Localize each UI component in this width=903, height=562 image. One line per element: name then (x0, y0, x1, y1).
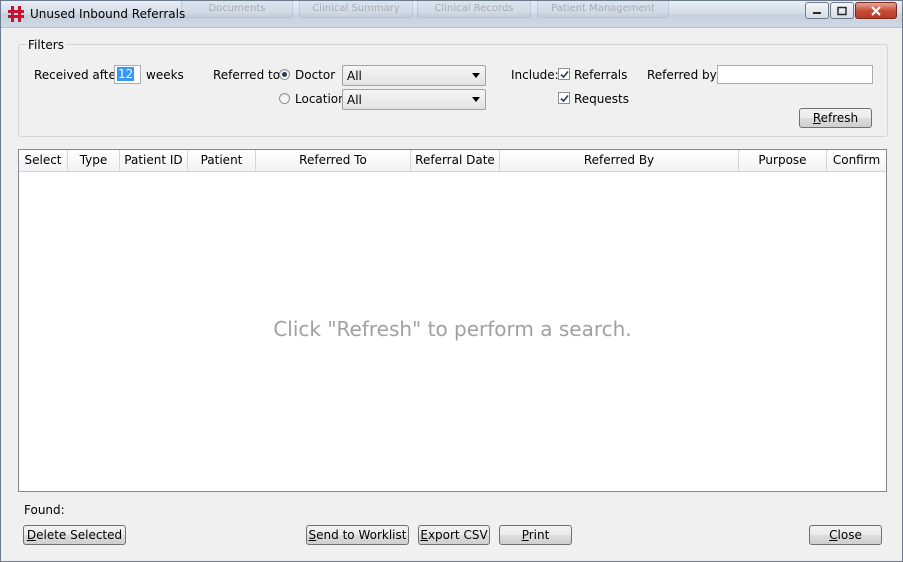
content-area: Filters Received after: 12 weeks Referre… (1, 28, 902, 561)
background-tab: Clinical Records (417, 1, 531, 18)
window-title: Unused Inbound Referrals (30, 7, 186, 21)
print-label: rint (528, 528, 550, 542)
chevron-down-icon (472, 73, 480, 78)
close-label: lose (837, 528, 862, 542)
column-header-referred-by[interactable]: Referred By (500, 150, 739, 171)
delete-selected-button[interactable]: Delete Selected (23, 525, 126, 545)
chevron-down-icon (472, 97, 480, 102)
requests-checkbox[interactable] (558, 92, 570, 104)
column-header-patient-id[interactable]: Patient ID (120, 150, 188, 171)
refresh-label: efresh (820, 111, 859, 125)
minimize-button[interactable] (805, 2, 829, 19)
export-label: xport CSV (427, 528, 488, 542)
filters-legend: Filters (26, 38, 66, 52)
send-mnemonic: S (308, 528, 317, 542)
print-button[interactable]: Print (499, 525, 572, 545)
send-label: end to Worklist (316, 528, 407, 542)
referrals-table[interactable]: Select Type Patient ID Patient Referred … (18, 149, 887, 492)
checkmark-icon (560, 94, 569, 103)
background-tab: Patient Management (537, 1, 669, 18)
delete-label: elete Selected (36, 528, 123, 542)
location-select[interactable]: All (342, 89, 486, 110)
print-mnemonic: P (521, 528, 529, 542)
export-mnemonic: E (420, 528, 428, 542)
column-header-patient[interactable]: Patient (188, 150, 256, 171)
column-header-type[interactable]: Type (68, 150, 120, 171)
referred-to-label: Referred to: (213, 68, 285, 82)
column-header-select[interactable]: Select (19, 150, 68, 171)
close-button[interactable]: Close (809, 525, 882, 545)
close-icon (871, 5, 881, 16)
referrals-window: Documents Clinical Summary Clinical Reco… (0, 0, 903, 562)
include-label: Include: (511, 68, 559, 82)
doctor-radio-label[interactable]: Doctor (295, 68, 335, 82)
column-header-purpose[interactable]: Purpose (739, 150, 827, 171)
weeks-label: weeks (146, 68, 184, 82)
delete-mnemonic: D (26, 528, 37, 542)
received-after-input[interactable]: 12 (114, 65, 141, 84)
referred-by-input[interactable] (717, 65, 873, 84)
requests-checkbox-label[interactable]: Requests (574, 92, 629, 106)
minimize-icon (813, 11, 821, 14)
close-mnemonic: C (829, 528, 838, 542)
found-label: Found: (24, 503, 65, 517)
checkmark-icon (560, 70, 569, 79)
export-csv-button[interactable]: Export CSV (418, 525, 490, 545)
location-radio[interactable] (279, 93, 290, 104)
refresh-button[interactable]: Refresh (799, 108, 872, 128)
background-tab: Documents (181, 1, 293, 18)
received-after-label: Received after: (34, 68, 125, 82)
refresh-mnemonic: R (812, 111, 821, 125)
received-after-value: 12 (117, 67, 135, 81)
empty-table-message: Click "Refresh" to perform a search. (273, 317, 632, 341)
referred-by-label: Referred by: (647, 68, 720, 82)
location-select-value: All (347, 93, 362, 107)
background-tabs: Documents Clinical Summary Clinical Reco… (181, 1, 701, 19)
column-header-referral-date[interactable]: Referral Date (411, 150, 500, 171)
referrals-checkbox[interactable] (558, 68, 570, 80)
table-header: Select Type Patient ID Patient Referred … (19, 150, 886, 172)
column-header-confirm[interactable]: Confirm (827, 150, 886, 171)
referrals-checkbox-label[interactable]: Referrals (574, 68, 627, 82)
column-header-referred-to[interactable]: Referred To (256, 150, 411, 171)
location-radio-label[interactable]: Location (295, 92, 346, 106)
app-logo-icon (8, 6, 24, 22)
title-bar[interactable]: Documents Clinical Summary Clinical Reco… (1, 1, 902, 28)
doctor-select-value: All (347, 69, 362, 83)
send-to-worklist-button[interactable]: Send to Worklist (306, 525, 409, 545)
background-tab: Clinical Summary (299, 1, 413, 18)
maximize-icon (837, 6, 847, 15)
doctor-select[interactable]: All (342, 65, 486, 86)
window-close-button[interactable] (855, 2, 897, 19)
doctor-radio[interactable] (279, 69, 290, 80)
maximize-button[interactable] (830, 2, 854, 19)
